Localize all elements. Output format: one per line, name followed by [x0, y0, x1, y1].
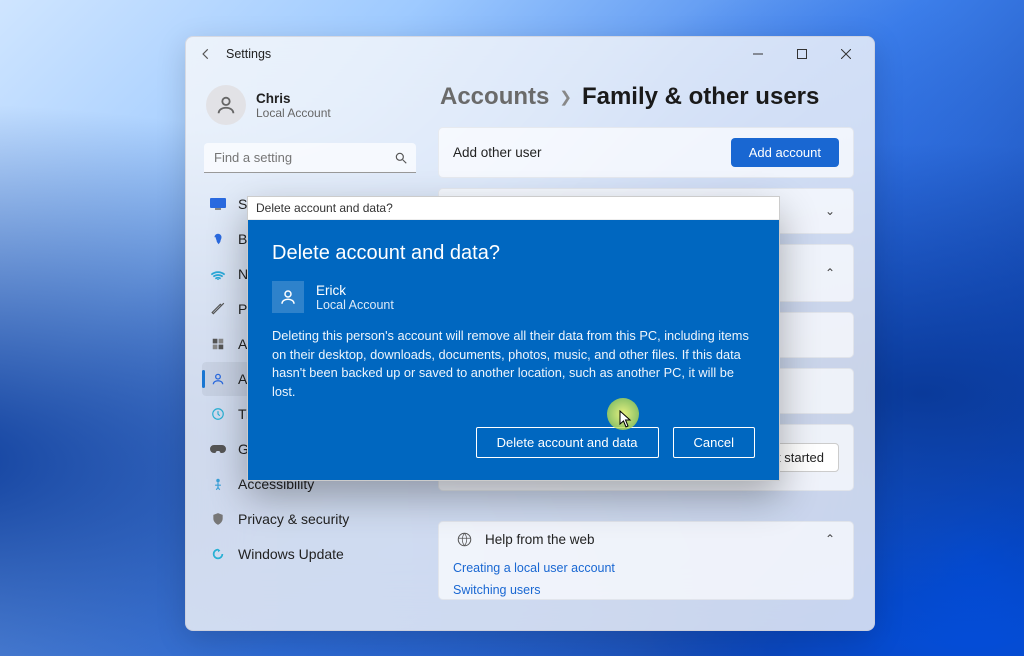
- help-card: Help from the web ⌃ Creating a local use…: [438, 521, 854, 600]
- help-link[interactable]: Creating a local user account: [453, 561, 615, 575]
- chevron-up-icon: ⌃: [821, 532, 839, 546]
- window-title: Settings: [226, 47, 271, 61]
- profile-block[interactable]: Chris Local Account: [202, 71, 418, 143]
- nav-icon: [210, 266, 226, 282]
- dialog-user-block: Erick Local Account: [272, 281, 755, 313]
- nav-icon: [210, 476, 226, 492]
- nav-icon: [210, 231, 226, 247]
- maximize-icon: [797, 49, 807, 59]
- close-button[interactable]: [824, 39, 868, 69]
- close-icon: [841, 49, 851, 59]
- sidebar-item-windows-update[interactable]: Windows Update: [202, 537, 418, 571]
- titlebar: Settings: [186, 37, 874, 71]
- sidebar-item-privacy-security[interactable]: Privacy & security: [202, 502, 418, 536]
- nav-icon: [210, 196, 226, 212]
- help-links: Creating a local user account Switching …: [439, 557, 853, 599]
- profile-name: Chris: [256, 91, 331, 106]
- search-icon: [394, 151, 408, 165]
- nav-icon: [210, 336, 226, 352]
- breadcrumb: Accounts ❯ Family & other users: [440, 83, 854, 111]
- delete-confirm-button[interactable]: Delete account and data: [476, 427, 659, 458]
- chevron-right-icon: ❯: [559, 88, 572, 106]
- maximize-button[interactable]: [780, 39, 824, 69]
- delete-account-dialog: Delete account and data? Delete account …: [247, 196, 780, 481]
- dialog-user-name: Erick: [316, 283, 394, 298]
- nav-icon: [210, 441, 226, 457]
- person-icon: [215, 94, 237, 116]
- minimize-icon: [753, 49, 763, 59]
- dialog-avatar: [272, 281, 304, 313]
- sidebar-item-label: Windows Update: [238, 546, 344, 562]
- person-icon: [279, 288, 297, 306]
- help-header[interactable]: Help from the web ⌃: [439, 522, 853, 557]
- back-button[interactable]: [192, 40, 220, 68]
- cancel-button[interactable]: Cancel: [673, 427, 755, 458]
- page-title: Family & other users: [582, 83, 819, 111]
- add-account-button[interactable]: Add account: [731, 138, 839, 167]
- search-input[interactable]: [204, 143, 416, 173]
- dialog-user-subtitle: Local Account: [316, 298, 394, 312]
- add-other-user-card: Add other user Add account: [438, 127, 854, 178]
- sidebar-item-label: Privacy & security: [238, 511, 349, 527]
- dialog-titlebar: Delete account and data?: [248, 197, 779, 220]
- arrow-left-icon: [199, 47, 213, 61]
- window-controls: [736, 39, 868, 69]
- nav-icon: [210, 511, 226, 527]
- chevron-up-icon: ⌃: [821, 266, 839, 280]
- breadcrumb-root[interactable]: Accounts: [440, 83, 549, 111]
- dialog-body-text: Deleting this person's account will remo…: [272, 327, 752, 401]
- add-other-user-label: Add other user: [453, 145, 731, 160]
- dialog-heading: Delete account and data?: [272, 242, 755, 265]
- nav-icon: [210, 546, 226, 562]
- help-title: Help from the web: [485, 532, 821, 547]
- profile-subtitle: Local Account: [256, 106, 331, 120]
- help-link[interactable]: Switching users: [453, 583, 541, 597]
- help-icon: [453, 532, 475, 547]
- minimize-button[interactable]: [736, 39, 780, 69]
- nav-icon: [210, 371, 226, 387]
- avatar: [206, 85, 246, 125]
- nav-icon: [210, 406, 226, 422]
- nav-icon: [210, 301, 226, 317]
- search-box: [204, 143, 416, 173]
- chevron-down-icon: ⌄: [821, 204, 839, 218]
